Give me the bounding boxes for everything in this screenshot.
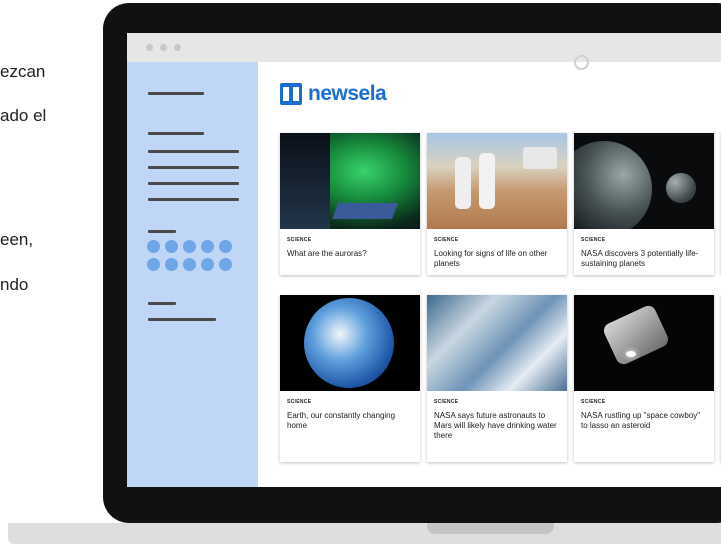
sidebar-dot	[165, 240, 178, 253]
article-title: NASA rustling up "space cowboy" to lasso…	[581, 411, 701, 430]
article-category: SCIENCE	[287, 237, 312, 243]
sidebar-line	[148, 92, 204, 95]
paragraph-fragment-4: ndo	[0, 275, 29, 294]
article-thumbnail	[280, 133, 420, 229]
sidebar-line	[148, 302, 176, 305]
article-title: What are the auroras?	[287, 249, 367, 258]
sidebar-dot	[219, 240, 232, 253]
article-card[interactable]: SCIENCE Looking for signs of life on oth…	[427, 133, 567, 275]
article-category: SCIENCE	[434, 399, 459, 405]
article-thumbnail	[280, 295, 420, 391]
sidebar-dot	[201, 240, 214, 253]
laptop-notch	[427, 523, 554, 534]
sidebar-line	[148, 182, 239, 185]
sidebar-dot	[165, 258, 178, 271]
article-thumbnail	[427, 295, 567, 391]
paragraph-fragment-1: ezcan	[0, 62, 46, 81]
logo-text: newsela	[308, 82, 387, 105]
article-thumbnail	[574, 133, 714, 229]
sidebar	[127, 62, 258, 487]
newsela-logo-icon	[280, 83, 302, 105]
article-category: SCIENCE	[581, 237, 606, 243]
article-category: SCIENCE	[434, 237, 459, 243]
article-category: SCIENCE	[581, 399, 606, 405]
paragraph-fragment-3: een,	[0, 230, 34, 249]
sidebar-line	[148, 198, 239, 201]
article-card[interactable]: SCIENCE Earth, our constantly changing h…	[280, 295, 420, 462]
article-title: NASA discovers 3 potentially life-sustai…	[581, 249, 699, 268]
sidebar-dot	[147, 240, 160, 253]
newsela-logo[interactable]: newsela	[280, 82, 387, 106]
sidebar-dot	[183, 240, 196, 253]
sidebar-line	[148, 132, 204, 135]
paragraph-fragment-2: ado el	[0, 106, 47, 125]
article-card[interactable]: SCIENCE What are the auroras?	[280, 133, 420, 275]
sidebar-dot	[219, 258, 232, 271]
sidebar-dot	[183, 258, 196, 271]
search-icon[interactable]	[574, 55, 589, 70]
article-thumbnail	[427, 133, 567, 229]
window-maximize-dot[interactable]	[174, 44, 181, 51]
article-card[interactable]: SCIENCE NASA says future astronauts to M…	[427, 295, 567, 462]
window-minimize-dot[interactable]	[160, 44, 167, 51]
article-title: Looking for signs of life on other plane…	[434, 249, 548, 268]
sidebar-line	[148, 150, 239, 153]
sidebar-line	[148, 166, 239, 169]
article-title: NASA says future astronauts to Mars will…	[434, 411, 557, 440]
article-thumbnail	[574, 295, 714, 391]
article-category: SCIENCE	[287, 399, 312, 405]
article-title: Earth, our constantly changing home	[287, 411, 396, 430]
main-content: newsela SCIENCE What are the auroras? SC…	[258, 62, 721, 487]
sidebar-dot	[147, 258, 160, 271]
article-card[interactable]: SCIENCE NASA discovers 3 potentially lif…	[574, 133, 714, 275]
sidebar-line	[148, 230, 176, 233]
laptop-screen: newsela SCIENCE What are the auroras? SC…	[127, 33, 721, 487]
window-close-dot[interactable]	[146, 44, 153, 51]
window-titlebar	[127, 33, 721, 62]
article-card[interactable]: SCIENCE NASA rustling up "space cowboy" …	[574, 295, 714, 462]
sidebar-dot	[201, 258, 214, 271]
laptop-base	[8, 523, 721, 544]
sidebar-line	[148, 318, 216, 321]
